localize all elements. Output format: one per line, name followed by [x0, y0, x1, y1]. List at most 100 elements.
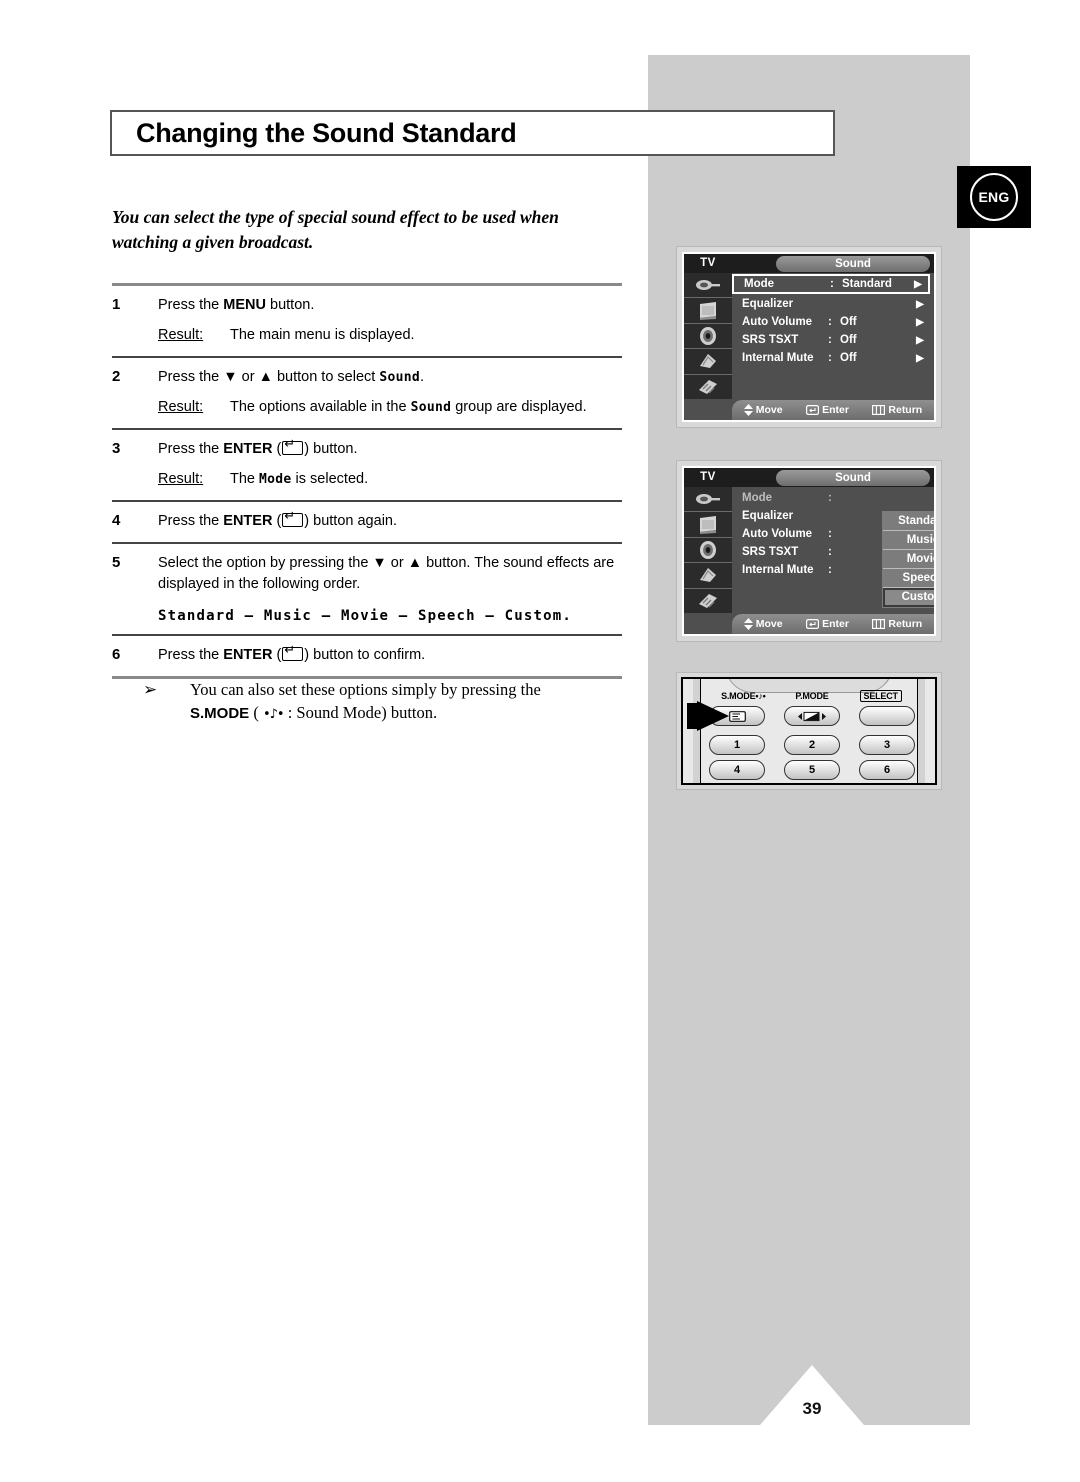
note-block: ➢ You can also set these options simply … — [143, 678, 613, 726]
step-text-pre: Press the — [158, 513, 224, 529]
sidebar-icon-picture[interactable] — [684, 298, 732, 324]
osd-row-label: Equalizer — [742, 510, 794, 522]
osd-row-value: Off — [840, 334, 857, 346]
osd-hint-move: Move — [743, 404, 783, 416]
osd-frame: TV Sound — [682, 252, 936, 422]
sound-effect-order: Standard – Music – Movie – Speech – Cust… — [158, 608, 573, 624]
sidebar-icon-channel[interactable] — [684, 563, 732, 589]
osd-mode-option-music[interactable]: Music — [883, 531, 934, 550]
result-label: Result: — [158, 471, 204, 487]
note-text: You can also set these options simply by… — [190, 678, 613, 726]
osd-row-auto-volume[interactable]: Auto Volume : Off ▶ — [732, 313, 930, 331]
osd-mode-option-standard[interactable]: Standard — [883, 512, 934, 531]
intro-paragraph: You can select the type of special sound… — [112, 207, 559, 252]
sidebar-icon-channel[interactable] — [684, 349, 732, 375]
manual-page: 39 ENG Changing the Sound Standard You c… — [0, 0, 1080, 1482]
osd-row-value: Standard — [842, 278, 892, 290]
osd-mode-option-movie[interactable]: Movie — [883, 550, 934, 569]
step-number: 5 — [112, 554, 121, 571]
step-text-post: ) button to confirm. — [304, 647, 426, 663]
result-text: The options available in the Sound group… — [230, 397, 622, 418]
enter-key-icon — [282, 437, 304, 455]
step-mono-token: Sound — [379, 370, 420, 385]
remote-button-1[interactable]: 1 — [709, 735, 765, 755]
steps-list: 1 Press the MENU button. Result: The mai… — [112, 283, 622, 679]
osd-category-sidebar — [684, 273, 732, 399]
remote-button-labels: S.MODE•♪• P.MODE SELECT — [709, 690, 915, 705]
step-bold-token: ENTER — [223, 513, 273, 529]
step-text-mid: ( — [272, 513, 282, 529]
sidebar-icon-input[interactable] — [684, 487, 732, 513]
sidebar-icon-setup[interactable] — [684, 589, 732, 613]
step-text-mid: ( — [272, 441, 282, 457]
osd-hint-enter: Enter — [806, 618, 849, 630]
remote-label-select: SELECT — [846, 690, 915, 705]
step-result: Result: The main menu is displayed. — [158, 325, 622, 346]
page-number-notch: 39 — [648, 1363, 970, 1425]
sidebar-icon-input[interactable] — [684, 273, 732, 299]
remote-label-pmode: P.MODE — [795, 691, 829, 701]
remote-button-pmode[interactable] — [784, 706, 840, 726]
sidebar-icon-sound[interactable] — [684, 538, 732, 564]
remote-button-2[interactable]: 2 — [784, 735, 840, 755]
osd-row-internal-mute[interactable]: Internal Mute : Off ▶ — [732, 349, 930, 367]
remote-button-5[interactable]: 5 — [784, 760, 840, 780]
result-text-post: is selected. — [291, 471, 369, 487]
osd-hint-enter-label: Enter — [822, 618, 849, 630]
sidebar-icon-picture[interactable] — [684, 512, 732, 538]
osd-source-label: TV — [700, 471, 716, 483]
result-text-pre: The — [230, 471, 260, 487]
step-bold-token: MENU — [223, 297, 266, 313]
remote-label-select-text: SELECT — [859, 690, 902, 702]
osd-row-label: Auto Volume — [742, 528, 813, 540]
remote-number-row-2: 4 5 6 — [709, 760, 915, 781]
enter-key-icon — [806, 619, 820, 629]
osd-row-value: Off — [840, 352, 857, 364]
osd-row-colon: : — [828, 528, 832, 540]
osd-mode-option-custom[interactable]: Custom — [883, 588, 934, 607]
chevron-right-icon: ▶ — [914, 278, 922, 290]
page-number: 39 — [802, 1399, 822, 1418]
step-4: 4 Press the ENTER () button again. — [112, 502, 622, 542]
remote-button-3[interactable]: 3 — [859, 735, 915, 755]
language-badge-label: ENG — [970, 173, 1018, 221]
step-number: 4 — [112, 512, 121, 529]
osd-hint-return: Return — [872, 404, 922, 416]
result-text-pre: The options available in the — [230, 399, 411, 415]
note-paren-open: ( — [249, 703, 263, 722]
osd-option-list: Mode : Standard ▶ Equalizer ▶ Auto Volum… — [732, 274, 930, 399]
osd-source-label: TV — [700, 257, 716, 269]
osd-hint-return-label: Return — [888, 404, 923, 416]
sidebar-icon-setup[interactable] — [684, 375, 732, 399]
osd-row-mode[interactable]: Mode : — [732, 489, 930, 507]
remote-button-6[interactable]: 6 — [859, 760, 915, 780]
osd-option-list: Mode : Equalizer Auto Volume : SRS TSXT … — [732, 489, 934, 613]
osd-row-colon: : — [828, 546, 832, 558]
step-text-pre: Press the — [158, 441, 224, 457]
result-text-post: group are displayed. — [451, 399, 587, 415]
result-label: Result: — [158, 327, 204, 343]
remote-button-select[interactable] — [859, 706, 915, 726]
sound-mode-symbol-icon: •♪• — [262, 707, 285, 722]
osd-hint-bar: Move Enter Return — [732, 400, 934, 420]
osd-row-equalizer[interactable]: Equalizer ▶ — [732, 295, 930, 313]
osd-row-mode[interactable]: Mode : Standard ▶ — [732, 274, 930, 294]
remote-right-edge — [917, 679, 925, 783]
sidebar-icon-sound[interactable] — [684, 324, 732, 350]
chevron-right-icon: ▶ — [916, 334, 924, 346]
result-label: Result: — [158, 399, 204, 415]
osd-row-label: Mode — [742, 492, 773, 504]
chevron-right-icon: ▶ — [916, 316, 924, 328]
osd-row-srs-tsxt[interactable]: SRS TSXT : Off ▶ — [732, 331, 930, 349]
language-badge: ENG — [957, 166, 1031, 228]
osd-row-label: Auto Volume — [742, 316, 813, 328]
enter-key-icon — [282, 509, 304, 527]
note-paren-rest: : Sound Mode) button. — [283, 703, 438, 722]
osd-row-colon: : — [828, 352, 832, 364]
step-instruction: Press the ▼ or ▲ button to select Sound. — [158, 367, 622, 388]
remote-button-4[interactable]: 4 — [709, 760, 765, 780]
remote-control-illustration: S.MODE•♪• P.MODE SELECT 1 2 3 4 5 6 — [676, 672, 942, 790]
osd-mode-option-speech[interactable]: Speech — [883, 569, 934, 588]
osd-row-colon: : — [828, 316, 832, 328]
result-text: The main menu is displayed. — [230, 327, 415, 343]
